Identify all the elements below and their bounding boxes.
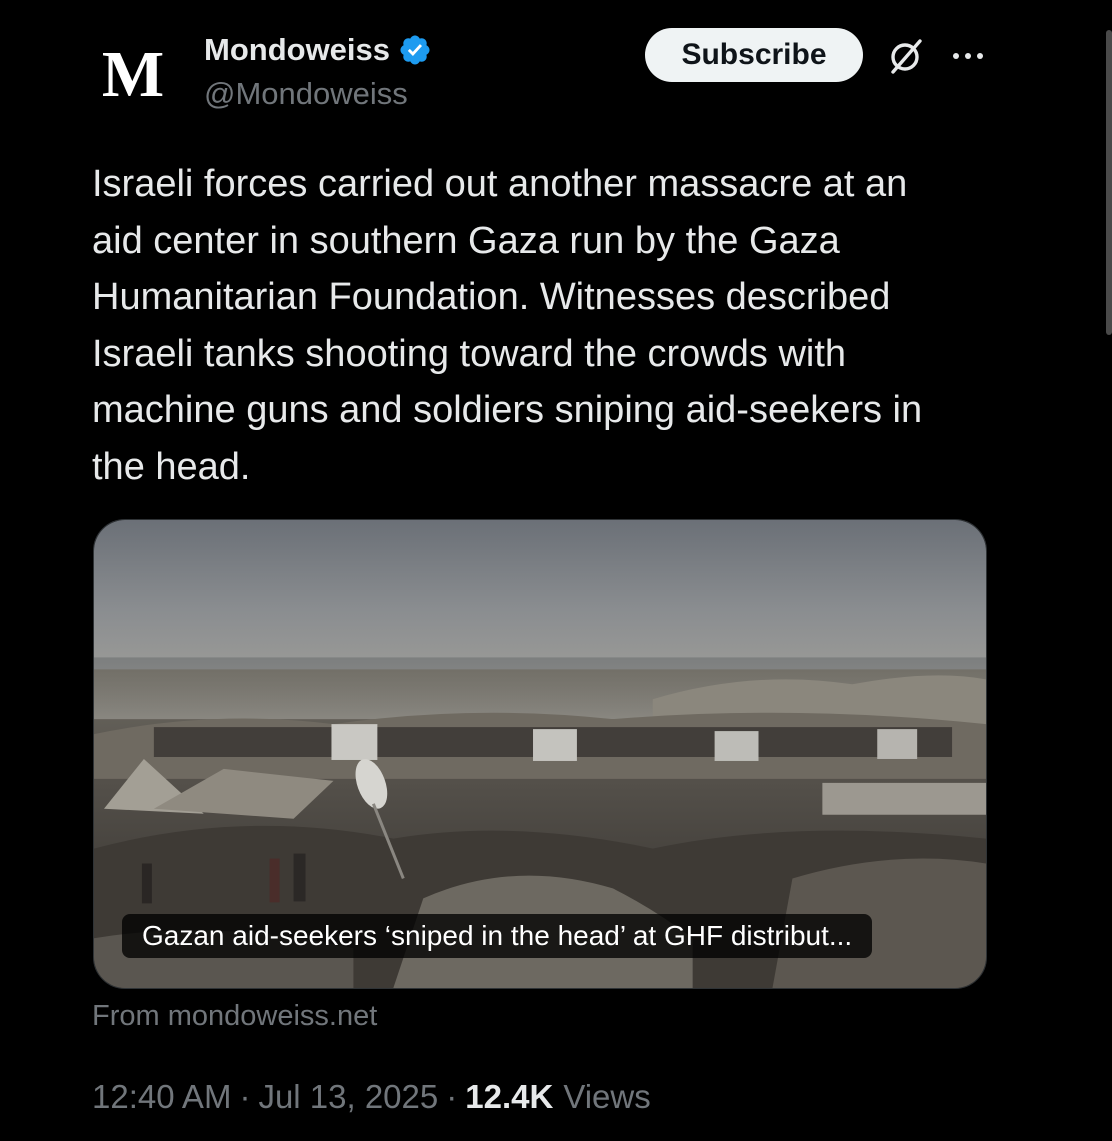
avatar[interactable]: M xyxy=(88,42,178,138)
verified-badge-icon xyxy=(400,35,430,65)
tweet-date[interactable]: Jul 13, 2025 xyxy=(258,1078,438,1116)
card-title[interactable]: Gazan aid-seekers ‘sniped in the head’ a… xyxy=(122,914,873,958)
tweet-time[interactable]: 12:40 AM xyxy=(92,1078,231,1116)
tweet-meta: 12:40 AM · Jul 13, 2025 · 12.4K Views xyxy=(92,1078,651,1116)
link-card[interactable]: Gazan aid-seekers ‘sniped in the head’ a… xyxy=(93,519,987,989)
meta-separator: · xyxy=(239,1078,251,1115)
author-info[interactable]: Mondoweiss @Mondoweiss xyxy=(204,30,432,112)
card-source[interactable]: From mondoweiss.net xyxy=(92,1000,377,1033)
subscribe-button[interactable]: Subscribe xyxy=(645,28,863,82)
more-icon[interactable] xyxy=(948,46,988,66)
handle[interactable]: @Mondoweiss xyxy=(204,76,432,112)
tweet-text: Israeli forces carried out another massa… xyxy=(92,163,923,488)
meta-separator: · xyxy=(446,1078,458,1115)
display-name[interactable]: Mondoweiss xyxy=(204,32,390,68)
name-row: Mondoweiss xyxy=(204,30,432,70)
views-count: 12.4K xyxy=(465,1078,554,1115)
scrollbar[interactable] xyxy=(1106,30,1112,335)
views-label: Views xyxy=(563,1078,651,1115)
tweet-header: M Mondoweiss @Mondoweiss Subscribe xyxy=(92,28,992,118)
grok-icon[interactable] xyxy=(886,36,926,76)
